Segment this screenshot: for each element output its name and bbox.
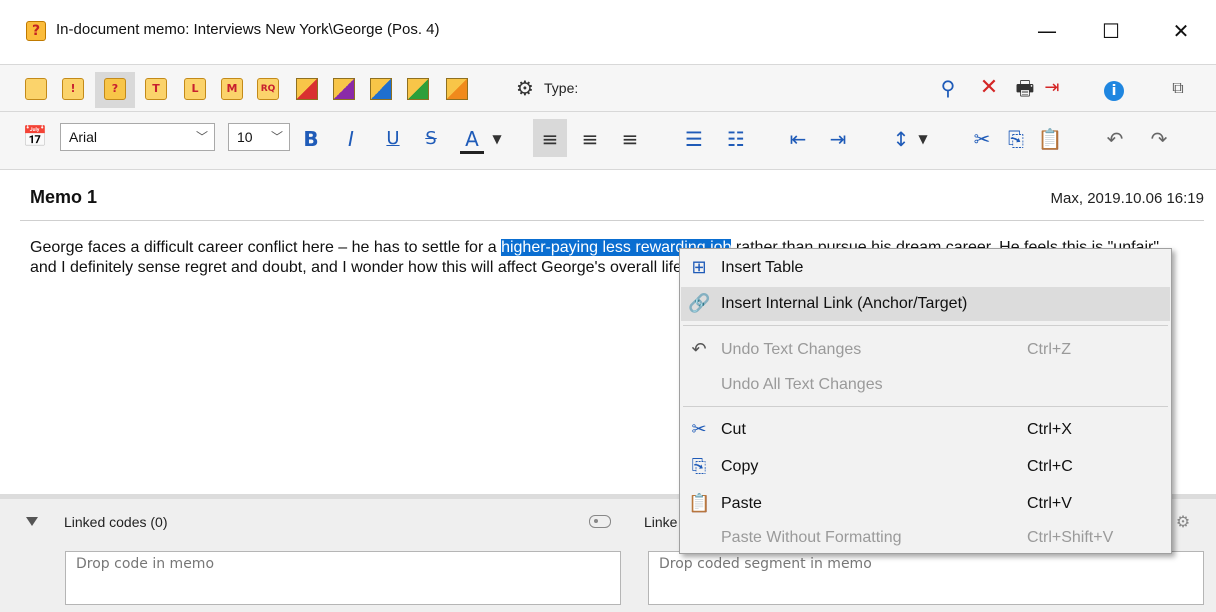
- maximize-button[interactable]: ☐: [1088, 14, 1134, 48]
- menu-separator: [683, 406, 1168, 407]
- align-right-icon[interactable]: ≡: [616, 124, 644, 154]
- copy-icon: ⎘: [691, 456, 707, 477]
- settings-icon[interactable]: ⚙: [1170, 510, 1196, 534]
- underline-button[interactable]: U: [380, 124, 406, 154]
- memo-type-orange-button[interactable]: [446, 78, 468, 100]
- linked-segments-drop-zone[interactable]: Drop coded segment in memo: [648, 551, 1204, 605]
- paste-icon: 📋: [688, 493, 711, 514]
- linked-codes-label: Linked codes (0): [64, 514, 168, 530]
- collapse-triangle-icon[interactable]: [26, 517, 38, 526]
- menu-item-undo: ↶ Undo Text Changes Ctrl+Z: [681, 333, 1170, 367]
- align-center-icon[interactable]: ≡: [576, 124, 604, 154]
- redo-icon[interactable]: ↷: [1147, 124, 1171, 154]
- memo-type-t-button[interactable]: T: [145, 78, 167, 100]
- table-icon: ⊞: [691, 257, 707, 278]
- memo-divider: [20, 220, 1204, 221]
- menu-label: Cut: [721, 421, 746, 438]
- menu-item-undo-all: Undo All Text Changes: [681, 368, 1170, 402]
- memo-type-red-button[interactable]: [296, 78, 318, 100]
- link-icon: 🔗: [688, 293, 711, 314]
- indent-icon[interactable]: ⇥: [824, 124, 852, 154]
- undo-icon: ↶: [691, 339, 707, 360]
- menu-item-copy[interactable]: ⎘ Copy Ctrl+C: [681, 450, 1170, 484]
- menu-shortcut: Ctrl+X: [1027, 421, 1072, 438]
- menu-shortcut: Ctrl+V: [1027, 495, 1072, 512]
- menu-item-paste[interactable]: 📋 Paste Ctrl+V: [681, 487, 1170, 521]
- memo-type-m-button[interactable]: M: [221, 78, 243, 100]
- cut-icon[interactable]: ✂: [968, 124, 996, 154]
- title-bar: ? In-document memo: Interviews New York\…: [0, 0, 1216, 64]
- bold-button[interactable]: B: [298, 124, 324, 154]
- tag-icon[interactable]: [589, 515, 611, 528]
- undo-icon[interactable]: ↶: [1103, 124, 1127, 154]
- memo-type-l-button[interactable]: L: [184, 78, 206, 100]
- menu-separator: [683, 325, 1168, 326]
- info-icon[interactable]: i: [1101, 76, 1127, 101]
- bullet-list-icon[interactable]: ☰: [680, 124, 708, 154]
- menu-item-insert-internal-link[interactable]: 🔗 Insert Internal Link (Anchor/Target): [681, 287, 1170, 321]
- memo-type-plain-button[interactable]: [25, 78, 47, 100]
- memo-window: ? In-document memo: Interviews New York\…: [0, 0, 1216, 612]
- chevron-down-icon: ﹀: [270, 130, 283, 144]
- menu-shortcut: Ctrl+Shift+V: [1027, 529, 1114, 546]
- linked-codes-drop-zone[interactable]: Drop code in memo: [65, 551, 621, 605]
- memo-type-rq-button[interactable]: RQ: [257, 78, 279, 100]
- memo-text-before[interactable]: George faces a difficult career conflict…: [30, 239, 501, 256]
- memo-type-green-button[interactable]: [407, 78, 429, 100]
- font-color-button[interactable]: A: [460, 124, 484, 154]
- memo-title[interactable]: Memo 1: [30, 187, 97, 208]
- outdent-icon[interactable]: ⇤: [784, 124, 812, 154]
- memo-type-blue-button[interactable]: [370, 78, 392, 100]
- align-left-icon[interactable]: ≡: [536, 124, 564, 154]
- type-label: Type:: [544, 80, 579, 96]
- export-icon[interactable]: ⇥: [1027, 76, 1077, 100]
- menu-label: Paste Without Formatting: [721, 529, 902, 546]
- menu-item-cut[interactable]: ✂ Cut Ctrl+X: [681, 413, 1170, 447]
- numbered-list-icon[interactable]: ☷: [722, 124, 750, 154]
- search-icon[interactable]: ⚲: [935, 76, 961, 100]
- memo-type-exclamation-button[interactable]: !: [62, 78, 84, 100]
- strikethrough-button[interactable]: S: [418, 124, 444, 154]
- menu-label: Undo Text Changes: [721, 341, 862, 358]
- menu-shortcut: Ctrl+C: [1027, 458, 1073, 475]
- italic-button[interactable]: I: [338, 124, 364, 154]
- chevron-down-icon: ﹀: [195, 130, 208, 144]
- copy-icon[interactable]: ⎘: [1002, 124, 1030, 154]
- paste-icon[interactable]: 📋: [1036, 124, 1064, 154]
- font-select[interactable]: Arial ﹀: [60, 123, 215, 151]
- minimize-button[interactable]: —: [1024, 14, 1070, 48]
- font-value: Arial: [69, 129, 98, 145]
- menu-label: Paste: [721, 495, 762, 512]
- menu-label: Copy: [721, 458, 759, 475]
- font-color-dropdown-icon[interactable]: ▼: [488, 124, 506, 154]
- menu-label: Undo All Text Changes: [721, 376, 883, 393]
- memo-author-date: Max, 2019.10.06 16:19: [1050, 190, 1204, 207]
- delete-icon[interactable]: ✕: [976, 76, 1002, 100]
- menu-item-paste-plain: Paste Without Formatting Ctrl+Shift+V: [681, 521, 1170, 555]
- context-menu: ⊞ Insert Table 🔗 Insert Internal Link (A…: [679, 248, 1172, 554]
- linked-segments-label: Linke: [644, 514, 678, 530]
- memo-type-purple-button[interactable]: [333, 78, 355, 100]
- line-spacing-icon[interactable]: ↕: [888, 124, 914, 154]
- undock-icon[interactable]: ⧉: [1165, 76, 1191, 100]
- font-size-value: 10: [237, 129, 253, 145]
- cut-icon: ✂: [691, 419, 707, 440]
- close-button[interactable]: ✕: [1158, 14, 1204, 48]
- window-title: In-document memo: Interviews New York\Ge…: [56, 21, 440, 38]
- menu-item-insert-table[interactable]: ⊞ Insert Table: [681, 251, 1170, 285]
- font-size-select[interactable]: 10 ﹀: [228, 123, 290, 151]
- gear-icon[interactable]: ⚙: [513, 76, 537, 100]
- calendar-icon[interactable]: 📅: [22, 124, 48, 148]
- menu-label: Insert Table: [721, 259, 804, 276]
- memo-app-icon: ?: [26, 21, 46, 41]
- line-spacing-dropdown-icon[interactable]: ▼: [914, 124, 932, 154]
- menu-label: Insert Internal Link (Anchor/Target): [721, 295, 968, 312]
- memo-type-question-button[interactable]: ?: [104, 78, 126, 100]
- menu-shortcut: Ctrl+Z: [1027, 341, 1071, 358]
